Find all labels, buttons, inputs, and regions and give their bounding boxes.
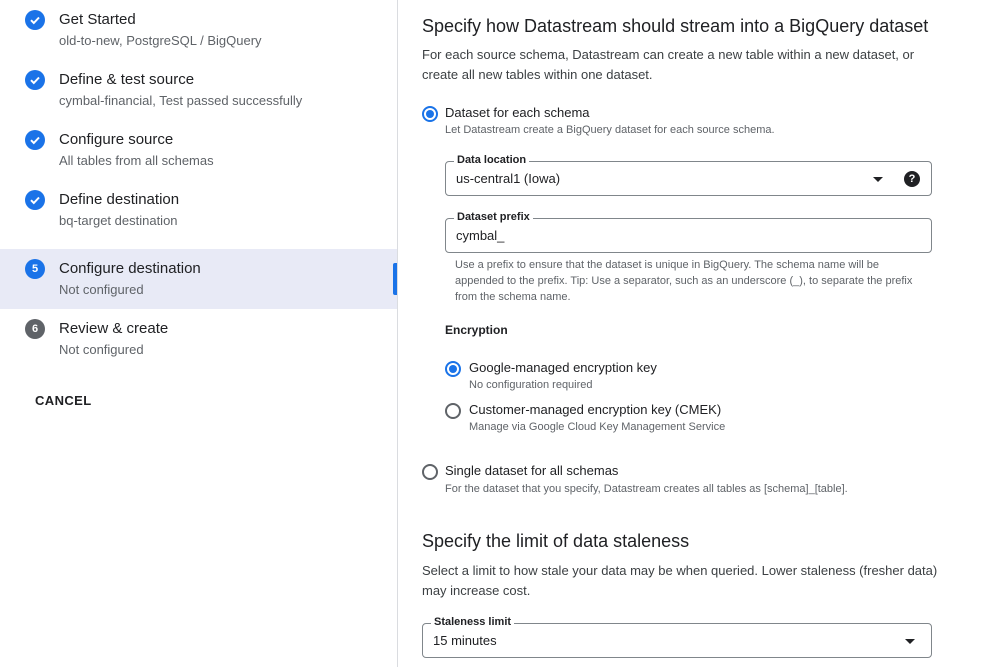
step-subtitle: All tables from all schemas bbox=[59, 153, 214, 168]
step-number-badge: 6 bbox=[25, 319, 45, 339]
step-configure-destination[interactable]: 5 Configure destination Not configured bbox=[0, 249, 397, 309]
step-subtitle: Not configured bbox=[59, 342, 144, 357]
step-define-destination[interactable]: Define destination bq-target destination bbox=[0, 180, 397, 240]
radio-cmek[interactable] bbox=[445, 403, 461, 419]
radio-google-managed-key[interactable] bbox=[445, 361, 461, 377]
field-value: us-central1 (Iowa) bbox=[456, 171, 561, 186]
step-title: Configure destination bbox=[59, 260, 201, 277]
radio-description: No configuration required bbox=[469, 379, 593, 391]
step-number-badge: 5 bbox=[25, 259, 45, 279]
stepper-sidebar: Get Started old-to-new, PostgreSQL / Big… bbox=[0, 0, 397, 667]
radio-description: For the dataset that you specify, Datast… bbox=[445, 483, 848, 495]
field-label: Dataset prefix bbox=[454, 211, 533, 223]
radio-description: Manage via Google Cloud Key Management S… bbox=[469, 421, 726, 433]
step-subtitle: bq-target destination bbox=[59, 213, 178, 228]
step-review-create[interactable]: 6 Review & create Not configured bbox=[0, 309, 397, 369]
radio-label: Dataset for each schema bbox=[445, 105, 590, 120]
step-title: Define & test source bbox=[59, 71, 195, 88]
encryption-heading: Encryption bbox=[445, 323, 508, 337]
check-icon bbox=[25, 190, 45, 210]
step-subtitle: old-to-new, PostgreSQL / BigQuery bbox=[59, 33, 262, 48]
check-icon bbox=[25, 130, 45, 150]
section-heading-staleness: Specify the limit of data staleness bbox=[422, 531, 690, 551]
staleness-limit-select[interactable]: Staleness limit 15 minutes bbox=[422, 616, 932, 658]
field-label: Data location bbox=[454, 154, 530, 166]
check-icon bbox=[25, 10, 45, 30]
dropdown-arrow-icon[interactable] bbox=[905, 639, 915, 644]
step-subtitle: Not configured bbox=[59, 282, 144, 297]
step-configure-source[interactable]: Configure source All tables from all sch… bbox=[0, 120, 397, 180]
field-value: cymbal_ bbox=[456, 228, 505, 243]
step-title: Review & create bbox=[59, 320, 169, 337]
step-title: Configure source bbox=[59, 131, 174, 148]
dropdown-arrow-icon[interactable] bbox=[873, 177, 883, 182]
cancel-button[interactable]: CANCEL bbox=[35, 393, 92, 408]
step-get-started[interactable]: Get Started old-to-new, PostgreSQL / Big… bbox=[0, 0, 397, 60]
radio-label: Single dataset for all schemas bbox=[445, 463, 619, 478]
step-subtitle: cymbal-financial, Test passed successful… bbox=[59, 93, 303, 108]
radio-dataset-each-schema[interactable] bbox=[422, 106, 438, 122]
radio-label: Google-managed encryption key bbox=[469, 360, 657, 375]
staleness-description: Select a limit to how stale your data ma… bbox=[422, 563, 938, 598]
dataset-prefix-hint: Use a prefix to ensure that the dataset … bbox=[455, 259, 913, 303]
field-label: Staleness limit bbox=[431, 616, 515, 628]
step-title: Define destination bbox=[59, 191, 180, 208]
field-value: 15 minutes bbox=[433, 633, 497, 648]
data-location-select[interactable]: Data location us-central1 (Iowa) ? bbox=[445, 154, 932, 196]
dataset-prefix-input[interactable]: Dataset prefix cymbal_ bbox=[445, 211, 932, 253]
step-title: Get Started bbox=[59, 11, 136, 28]
radio-single-dataset[interactable] bbox=[422, 464, 438, 480]
main-panel: Specify how Datastream should stream int… bbox=[398, 0, 1000, 667]
help-icon[interactable]: ? bbox=[904, 171, 920, 187]
section-description: For each source schema, Datastream can c… bbox=[422, 47, 915, 82]
radio-label: Customer-managed encryption key (CMEK) bbox=[469, 402, 722, 417]
section-heading-dataset: Specify how Datastream should stream int… bbox=[422, 16, 929, 36]
check-icon bbox=[25, 70, 45, 90]
radio-description: Let Datastream create a BigQuery dataset… bbox=[445, 124, 775, 136]
step-define-test-source[interactable]: Define & test source cymbal-financial, T… bbox=[0, 60, 397, 120]
